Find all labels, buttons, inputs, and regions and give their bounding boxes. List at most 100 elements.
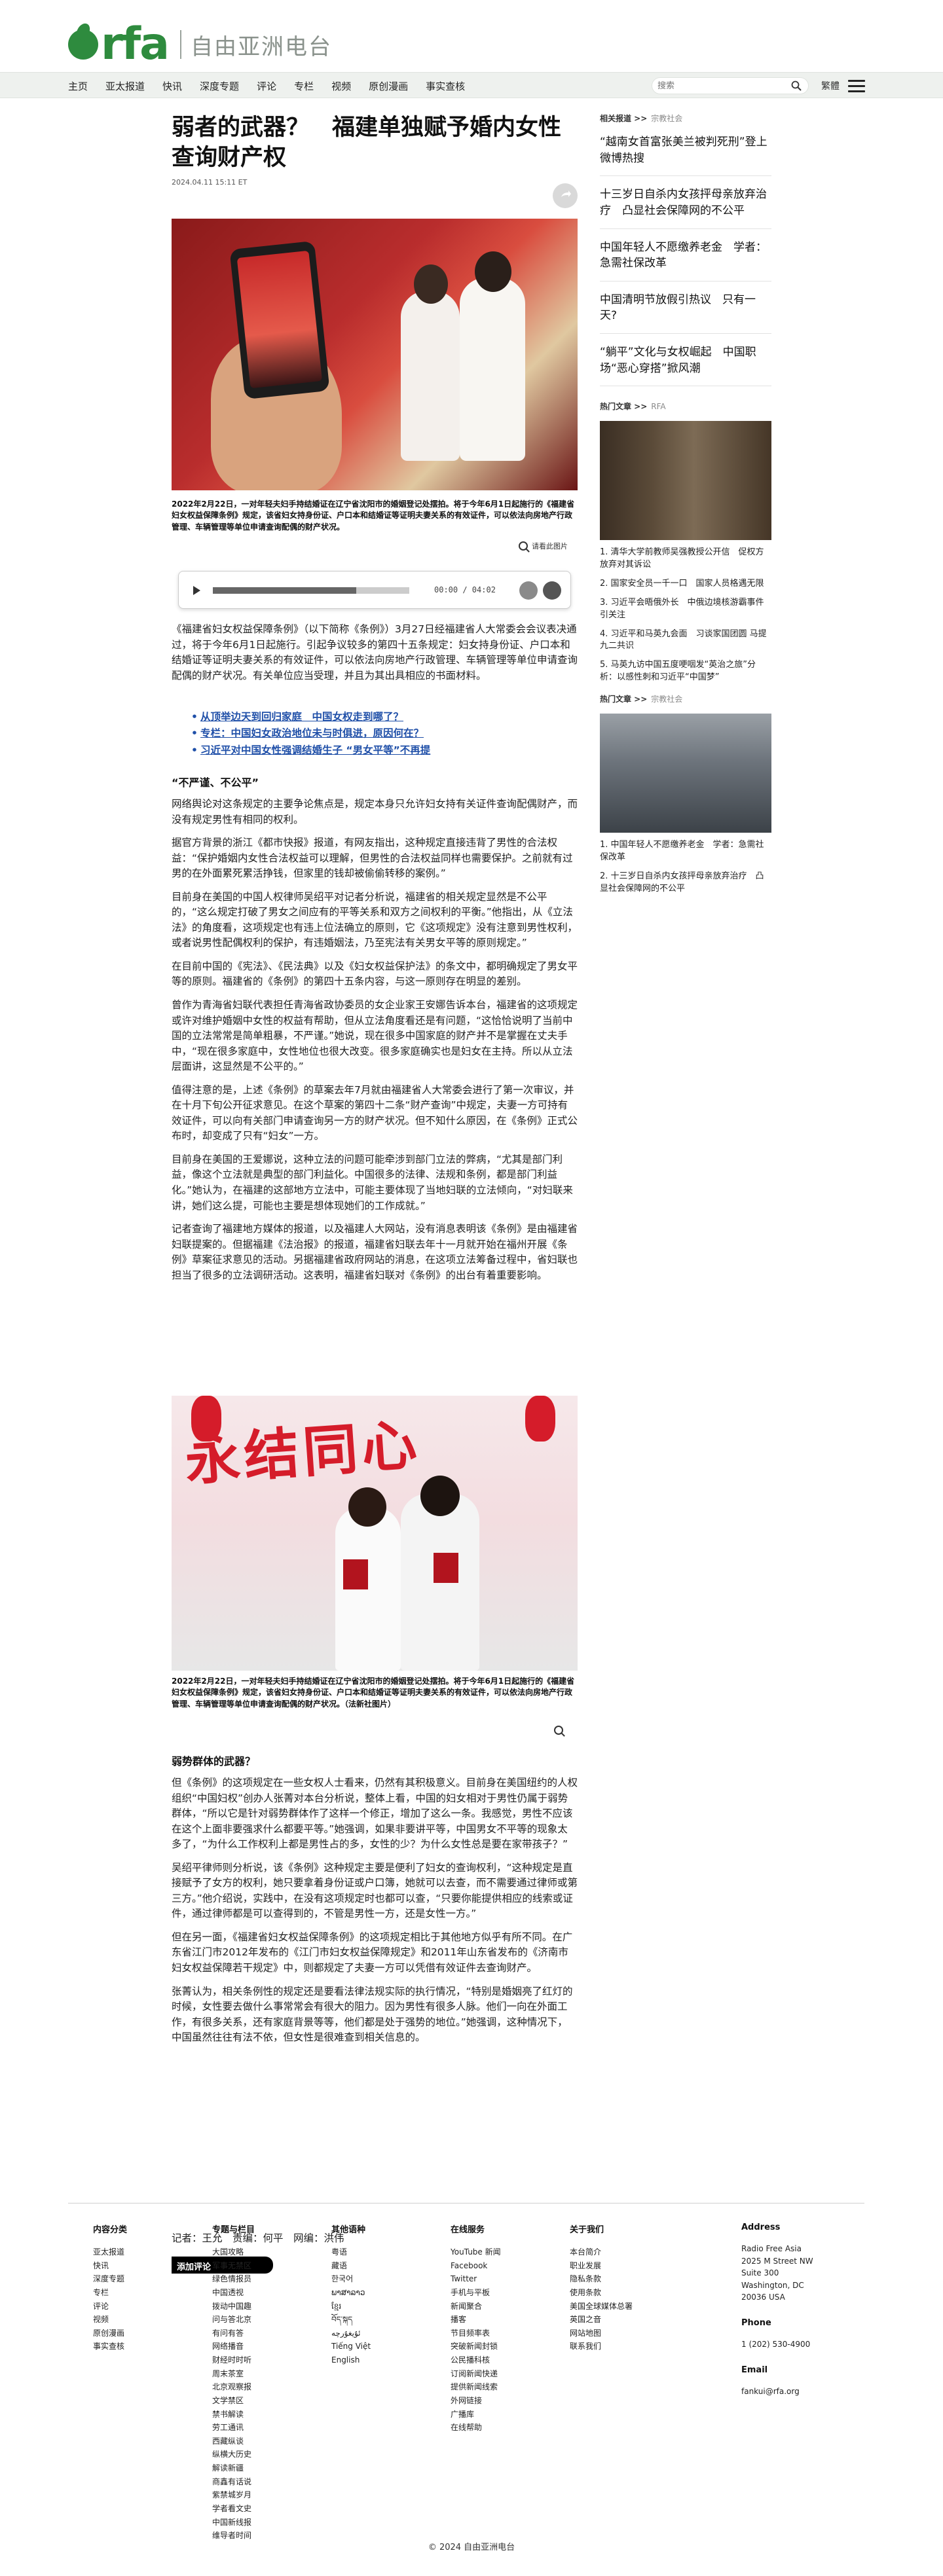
footer-link[interactable]: 深度专题 <box>93 2272 127 2286</box>
footer-link[interactable]: 原创漫画 <box>93 2327 127 2340</box>
footer-link[interactable]: 西藏纵谈 <box>212 2435 255 2448</box>
share-icon[interactable] <box>553 183 578 208</box>
nav-item[interactable]: 评论 <box>257 79 276 93</box>
footer-link[interactable]: 隐私条款 <box>570 2272 633 2286</box>
footer-link[interactable]: 快讯 <box>93 2259 127 2273</box>
footer-link[interactable]: 周末茶室 <box>212 2367 255 2381</box>
footer-link[interactable]: ئۇيغۇرچە <box>331 2327 371 2340</box>
footer-link[interactable]: English <box>331 2353 371 2367</box>
audio-progress[interactable] <box>213 587 409 594</box>
footer-link[interactable]: Twitter <box>451 2272 501 2286</box>
footer-link[interactable]: 外网链接 <box>451 2394 501 2408</box>
footer-link[interactable]: ພາສາລາວ <box>331 2286 371 2300</box>
footer-link[interactable]: 节目频率表 <box>451 2327 501 2340</box>
sidebar-list-item[interactable]: 1. 中国年轻人不愿缴养老金 学者：急需社保改革 <box>600 839 771 864</box>
footer-link[interactable]: 한국어 <box>331 2272 371 2286</box>
footer-link[interactable]: བོད་སྐད <box>331 2313 371 2327</box>
footer-link[interactable]: 本台简介 <box>570 2245 633 2259</box>
footer-link[interactable]: 播客 <box>451 2313 501 2327</box>
sidebar-list-item[interactable]: 3. 习近平会晤俄外长 中俄边境核游霸事件引关注 <box>600 597 771 622</box>
sidebar-list-item[interactable]: 2. 十三岁日自杀内女孩抨母亲放弃治疗 凸显社会保障网的不公平 <box>600 871 771 896</box>
nav-item[interactable]: 原创漫画 <box>369 79 408 93</box>
article-photo-2[interactable]: 永结同心 <box>172 1396 578 1671</box>
sidebar-story-link[interactable]: 中国清明节放假引热议 只有一天? <box>600 281 771 335</box>
footer-link[interactable]: 美国全球媒体总署 <box>570 2300 633 2313</box>
sidebar-list-item[interactable]: 1. 清华大学前教师吴强教授公开信 促权方放弃对其诉讼 <box>600 547 771 571</box>
enlarge-photo-2[interactable] <box>554 1726 563 1735</box>
footer-link[interactable]: 军事无禁区 <box>212 2259 255 2273</box>
hot2-category[interactable]: 宗教社会 <box>651 693 682 704</box>
nav-item[interactable]: 快讯 <box>162 79 182 93</box>
related-link[interactable]: 习近平对中国女性强调结婚生子 “男女平等”不再提 <box>191 743 558 758</box>
footer-link[interactable]: 联系我们 <box>570 2340 633 2353</box>
download-icon[interactable] <box>543 581 561 600</box>
nav-item[interactable]: 专栏 <box>294 79 314 93</box>
sidebar-story-link[interactable]: “越南女首富张美兰被判死刑”登上微博热搜 <box>600 124 771 177</box>
related-link[interactable]: 从顶举边天到回归家庭 中国女权走到哪了？ <box>191 710 558 725</box>
footer-link[interactable]: 绿色情报员 <box>212 2272 255 2286</box>
article-photo-1[interactable] <box>172 219 578 490</box>
hot2-article-image[interactable] <box>600 714 771 833</box>
footer-link[interactable]: 提供新闻线索 <box>451 2380 501 2394</box>
footer-link[interactable]: 解读新疆 <box>212 2461 255 2475</box>
footer-link[interactable]: YouTube 新闻 <box>451 2245 501 2259</box>
sidebar-list-item[interactable]: 5. 马英九访中国五度哽咽发“英治之旅”分析：以感性刺和习近平“中国梦” <box>600 659 771 684</box>
footer-link[interactable]: 中国新线报 <box>212 2516 255 2530</box>
footer-link[interactable]: 专栏 <box>93 2286 127 2300</box>
search-input[interactable] <box>657 78 782 94</box>
footer-link[interactable]: 公民播科核 <box>451 2353 501 2367</box>
footer-link[interactable]: 网站地图 <box>570 2327 633 2340</box>
sidebar-list-item[interactable]: 2. 国家安全员一千一口 国家人员格遇无限 <box>600 578 771 590</box>
search-icon[interactable] <box>791 81 802 91</box>
nav-item[interactable]: 视频 <box>331 79 351 93</box>
footer-link[interactable]: 大国攻略 <box>212 2245 255 2259</box>
footer-link[interactable]: 北京观察报 <box>212 2380 255 2394</box>
footer-link[interactable]: 中国透视 <box>212 2286 255 2300</box>
footer-link[interactable]: 订阅新闻快递 <box>451 2367 501 2381</box>
footer-link[interactable]: 事实查核 <box>93 2340 127 2353</box>
language-toggle[interactable]: 繁體 <box>821 79 840 92</box>
footer-link[interactable]: 粤语 <box>331 2245 371 2259</box>
footer-link[interactable]: 藏语 <box>331 2259 371 2273</box>
footer-link[interactable]: 使用条款 <box>570 2286 633 2300</box>
footer-link[interactable]: 视频 <box>93 2313 127 2327</box>
footer-link[interactable]: 禁书解读 <box>212 2408 255 2422</box>
footer-link[interactable]: 广播库 <box>451 2408 501 2422</box>
footer-link[interactable]: 职业发展 <box>570 2259 633 2273</box>
play-icon[interactable] <box>193 586 200 595</box>
footer-link[interactable]: 拨动中国趣 <box>212 2300 255 2313</box>
sidebar-story-link[interactable]: “躺平”文化与女权崛起 中国职场“恶心穿搭”掀风潮 <box>600 334 771 387</box>
footer-link[interactable]: 在线帮助 <box>451 2421 501 2435</box>
hamburger-menu-icon[interactable] <box>848 80 865 93</box>
footer-link[interactable]: 突破新闻封锁 <box>451 2340 501 2353</box>
hot-category[interactable]: RFA <box>651 402 665 411</box>
footer-link[interactable]: 学者看文史 <box>212 2502 255 2516</box>
footer-link[interactable]: 紫禁城岁月 <box>212 2488 255 2502</box>
footer-link[interactable]: 评论 <box>93 2300 127 2313</box>
phone-number[interactable]: 1 (202) 530-4900 <box>741 2338 813 2351</box>
footer-link[interactable]: 英国之音 <box>570 2313 633 2327</box>
nav-item[interactable]: 主页 <box>68 79 88 93</box>
footer-link[interactable]: 文学禁区 <box>212 2394 255 2408</box>
footer-link[interactable]: 有问有答 <box>212 2327 255 2340</box>
footer-link[interactable]: 纵横大历史 <box>212 2448 255 2461</box>
sidebar-story-link[interactable]: 十三岁日自杀内女孩抨母亲放弃治疗 凸显社会保障网的不公平 <box>600 176 771 229</box>
footer-link[interactable]: 手机与平板 <box>451 2286 501 2300</box>
related-link[interactable]: 专栏：中国妇女政治地位未与时俱进，原因何在？ <box>191 726 558 741</box>
related-category[interactable]: 宗教社会 <box>651 113 682 124</box>
footer-link[interactable]: 商鑫有话说 <box>212 2475 255 2489</box>
sidebar-list-item[interactable]: 4. 习近平和马英九会面 习谈家国团圆 马提九二共识 <box>600 628 771 653</box>
enlarge-photo-1[interactable]: 请看此图片 <box>519 541 568 551</box>
footer-link[interactable]: 问与答北京 <box>212 2313 255 2327</box>
footer-link[interactable]: 劳工通讯 <box>212 2421 255 2435</box>
sidebar-story-link[interactable]: 中国年轻人不愿缴养老金 学者：急需社保改革 <box>600 229 771 281</box>
footer-link[interactable]: Facebook <box>451 2259 501 2273</box>
nav-item[interactable]: 事实查核 <box>426 79 465 93</box>
footer-link[interactable]: 亚太报道 <box>93 2245 127 2259</box>
nav-item[interactable]: 亚太报道 <box>105 79 145 93</box>
nav-item[interactable]: 深度专题 <box>200 79 239 93</box>
footer-link[interactable]: 财经时时听 <box>212 2353 255 2367</box>
footer-link[interactable]: 网络播音 <box>212 2340 255 2353</box>
footer-link[interactable]: ខ្មែរ <box>331 2300 371 2313</box>
footer-link[interactable]: Tiếng Việt <box>331 2340 371 2353</box>
